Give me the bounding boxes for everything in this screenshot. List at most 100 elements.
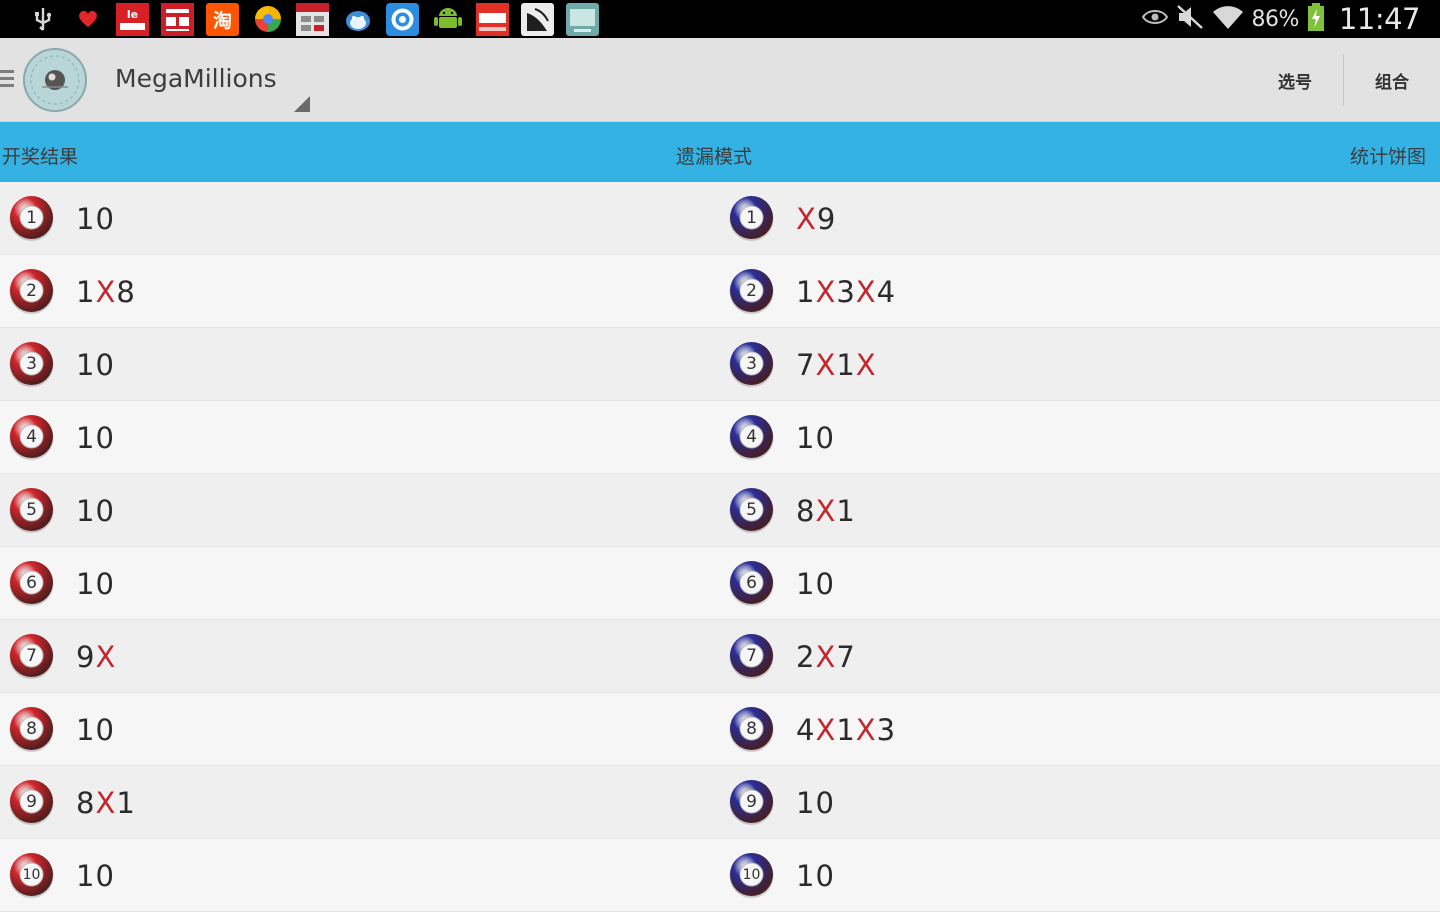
- list-row[interactable]: 10 10 10 10: [0, 839, 1440, 912]
- omission-pattern: 8X1: [796, 493, 856, 528]
- blue-ball-icon: 3: [728, 341, 775, 388]
- omission-pattern: 10: [76, 201, 115, 236]
- omission-pattern: X9: [796, 201, 837, 236]
- action-bar: MegaMillions 选号 组合: [0, 38, 1440, 122]
- battery-percent: 86%: [1251, 6, 1300, 32]
- omission-pattern: 10: [796, 785, 835, 820]
- omission-pattern: 7X1X: [796, 347, 877, 382]
- right-cell: 7 2X7: [728, 620, 856, 693]
- blue-ball-icon: 10: [728, 852, 775, 899]
- red-ball-icon: 8: [8, 706, 55, 753]
- ball-number: 7: [26, 645, 37, 666]
- app-title[interactable]: MegaMillions: [115, 64, 277, 93]
- left-cell: 6 10: [8, 547, 115, 620]
- usb-icon: [26, 3, 59, 36]
- omission-pattern: 10: [76, 347, 115, 382]
- letv-icon: le: [116, 2, 149, 36]
- red-ball-icon: 7: [8, 633, 55, 680]
- ball-number: 7: [746, 645, 757, 666]
- omission-pattern: 9X: [76, 639, 117, 674]
- red-ball-icon: 4: [8, 414, 55, 461]
- dropdown-triangle-icon[interactable]: [294, 96, 310, 112]
- ball-number: 8: [26, 718, 37, 739]
- omission-pattern: 2X7: [796, 639, 856, 674]
- list-row[interactable]: 6 10 6 10: [0, 547, 1440, 620]
- ball-number: 3: [746, 353, 757, 374]
- red-ball-icon: 2: [8, 268, 55, 315]
- ball-number: 9: [746, 791, 757, 812]
- left-cell: 3 10: [8, 328, 115, 401]
- red-ball-icon: 6: [8, 560, 55, 607]
- right-cell: 3 7X1X: [728, 328, 877, 401]
- omission-pattern: 8X1: [76, 785, 136, 820]
- ball-number: 3: [26, 353, 37, 374]
- omission-pattern: 10: [76, 712, 115, 747]
- list-row[interactable]: 3 10 3 7X1X: [0, 328, 1440, 401]
- app-logo-icon[interactable]: [22, 47, 88, 113]
- ball-number: 1: [26, 207, 37, 228]
- list-row[interactable]: 4 10 4 10: [0, 401, 1440, 474]
- android-icon: [431, 3, 464, 36]
- battery-charging-icon: [1307, 3, 1325, 35]
- system-icons: 86% 11:47: [1141, 0, 1421, 38]
- omission-pattern: 10: [796, 858, 835, 893]
- blue-ball-icon: 4: [728, 414, 775, 461]
- select-numbers-button[interactable]: 选号: [1248, 38, 1342, 122]
- left-cell: 4 10: [8, 401, 115, 474]
- left-cell: 9 8X1: [8, 766, 136, 839]
- ball-number: 8: [746, 718, 757, 739]
- left-cell: 5 10: [8, 474, 115, 547]
- omission-pattern: 1X3X4: [796, 274, 897, 309]
- omission-pattern: 10: [76, 493, 115, 528]
- list-row[interactable]: 2 1X8 2 1X3X4: [0, 255, 1440, 328]
- right-cell: 10 10: [728, 839, 835, 912]
- bird-icon: [341, 3, 374, 36]
- right-cell: 1 X9: [728, 182, 836, 255]
- combination-button[interactable]: 组合: [1344, 38, 1440, 122]
- right-cell: 4 10: [728, 401, 835, 474]
- omission-pattern: 10: [796, 420, 835, 455]
- left-cell: 2 1X8: [8, 255, 136, 328]
- ball-number: 5: [26, 499, 37, 520]
- right-cell: 5 8X1: [728, 474, 856, 547]
- calendar-icon: [296, 2, 329, 36]
- tab-omission[interactable]: 遗漏模式: [676, 122, 752, 182]
- tab-stats[interactable]: 统计饼图: [1350, 122, 1426, 182]
- tab-bar: 开奖结果 遗漏模式 统计饼图: [0, 122, 1440, 182]
- browser-icon: [251, 3, 284, 36]
- tab-results[interactable]: 开奖结果: [2, 122, 78, 182]
- list-row[interactable]: 5 10 5 8X1: [0, 474, 1440, 547]
- ball-number: 2: [746, 280, 757, 301]
- svg-text:le: le: [127, 8, 138, 21]
- omission-pattern: 10: [76, 420, 115, 455]
- list-row[interactable]: 1 10 1 X9: [0, 182, 1440, 255]
- left-cell: 1 10: [8, 182, 115, 255]
- ball-number: 6: [746, 572, 757, 593]
- left-cell: 10 10: [8, 839, 115, 912]
- news-icon: [161, 2, 194, 36]
- ball-number: 5: [746, 499, 757, 520]
- drawer-menu-icon[interactable]: [0, 70, 14, 91]
- omission-pattern: 10: [796, 566, 835, 601]
- list-row[interactable]: 9 8X1 9 10: [0, 766, 1440, 839]
- ball-number: 9: [26, 791, 37, 812]
- satellite-icon: [521, 2, 554, 36]
- blue-ball-icon: 9: [728, 779, 775, 826]
- red-ball-icon: 1: [8, 195, 55, 242]
- red-ball-icon: 5: [8, 487, 55, 534]
- ball-number: 4: [26, 426, 37, 447]
- right-cell: 8 4X1X3: [728, 693, 896, 766]
- blue-ball-icon: 6: [728, 560, 775, 607]
- clock: 11:47: [1338, 2, 1421, 36]
- red-ball-icon: 10: [8, 852, 55, 899]
- svg-text:淘: 淘: [213, 9, 232, 32]
- list-row[interactable]: 8 10 8 4X1X3: [0, 693, 1440, 766]
- video-icon: [476, 2, 509, 36]
- blue-ball-icon: 5: [728, 487, 775, 534]
- list-row[interactable]: 7 9X 7 2X7: [0, 620, 1440, 693]
- heart-icon: [71, 3, 104, 36]
- blue-ball-icon: 8: [728, 706, 775, 753]
- right-cell: 6 10: [728, 547, 835, 620]
- tv-icon: [566, 2, 599, 36]
- taobao-icon: 淘: [206, 2, 239, 36]
